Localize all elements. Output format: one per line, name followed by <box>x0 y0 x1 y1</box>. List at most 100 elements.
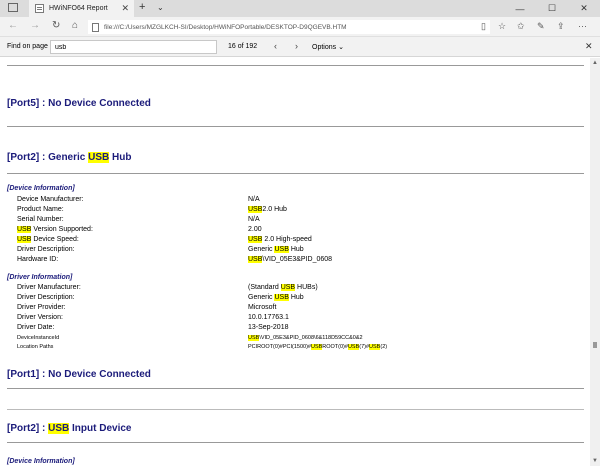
scrollbar-thumb[interactable] <box>593 342 597 348</box>
more-menu-icon[interactable]: ··· <box>578 21 587 31</box>
tab-close-icon[interactable]: ✕ <box>121 3 129 14</box>
divider <box>7 65 584 66</box>
port5-heading-text: [Port5] : No Device Connected <box>7 98 151 109</box>
search-highlight: USB <box>248 335 260 341</box>
device-row-label: USB Device Speed: <box>17 236 79 243</box>
search-highlight: USB <box>347 344 360 350</box>
search-highlight: USB <box>88 152 110 163</box>
minimize-button[interactable]: — <box>504 0 536 17</box>
driver-row-label: Location Paths <box>17 344 54 350</box>
driver-row-value: Generic USB Hub <box>248 294 304 301</box>
divider <box>7 388 584 389</box>
search-highlight: USB <box>248 236 263 243</box>
search-highlight: USB <box>280 284 296 291</box>
address-bar[interactable]: file:///C:/Users/MZGLKCH-SI/Desktop/HWiN… <box>88 20 490 34</box>
page-favicon-icon <box>35 4 44 13</box>
find-close-icon[interactable]: ✕ <box>585 41 593 52</box>
heading-text: Input Device <box>69 423 132 434</box>
value-text: Hub <box>288 246 304 253</box>
tab-preview-icon[interactable] <box>8 3 18 12</box>
device-row-value: N/A <box>248 196 260 203</box>
driver-information-label: [Driver Information] <box>7 274 73 281</box>
report-content: [Port5] : No Device Connected [Port2] : … <box>0 58 590 466</box>
heading-text: Hub <box>109 152 132 163</box>
port1-heading: [Port1] : No Device Connected <box>7 369 151 380</box>
search-highlight: USB <box>17 236 32 243</box>
maximize-button[interactable]: ☐ <box>536 0 568 17</box>
back-arrow-icon[interactable]: ← <box>8 20 18 31</box>
divider <box>7 126 584 127</box>
refresh-icon[interactable]: ↻ <box>52 20 60 31</box>
find-options-button[interactable]: Options ⌄ <box>312 43 344 51</box>
driver-row-label: DeviceInstanceId <box>17 335 60 341</box>
search-highlight: USB <box>274 294 289 301</box>
home-icon[interactable]: ⌂ <box>72 20 78 31</box>
label-text: Device Speed: <box>31 236 79 243</box>
driver-row-value: PCIROOT(0)#PCI(1500)#USBROOT(0)#USB(7)#U… <box>248 344 388 350</box>
find-input[interactable] <box>50 40 217 54</box>
search-highlight: USB <box>17 226 32 233</box>
favorite-star-icon[interactable]: ☆ <box>498 21 506 32</box>
device-information-label: [Device Information] <box>7 185 75 192</box>
tab-title: HWiNFO64 Report <box>49 5 108 12</box>
find-previous-chevron-icon[interactable]: ‹ <box>274 41 277 51</box>
scroll-up-arrow-icon[interactable]: ▲ <box>592 60 598 66</box>
vertical-scrollbar[interactable]: ▲ ▼ <box>590 58 600 466</box>
device-row-label: Hardware ID: <box>17 256 59 263</box>
device-row-label: Driver Description: <box>17 246 75 253</box>
tab-list-chevron-icon[interactable]: ⌄ <box>157 3 164 12</box>
find-options-label: Options <box>312 44 337 51</box>
device-row-label: Serial Number: <box>17 216 64 223</box>
reading-view-icon[interactable]: ▯ <box>481 21 486 32</box>
search-highlight: USB <box>48 423 70 434</box>
driver-row-label: Driver Version: <box>17 314 63 321</box>
port2-hub-heading: [Port2] : Generic USB Hub <box>7 152 131 163</box>
driver-row-label: Driver Description: <box>17 294 75 301</box>
find-match-count: 16 of 192 <box>228 43 258 50</box>
driver-row-label: Driver Date: <box>17 324 55 331</box>
search-highlight: USB <box>310 344 323 350</box>
close-window-button[interactable]: ✕ <box>568 0 600 17</box>
search-highlight: USB <box>248 256 263 263</box>
device-row-value: USB\VID_05E3&PID_0608 <box>248 256 332 263</box>
divider <box>7 442 584 443</box>
port5-heading: [Port5] : No Device Connected <box>7 98 151 109</box>
search-highlight: USB <box>274 246 289 253</box>
address-url: file:///C:/Users/MZGLKCH-SI/Desktop/HWiN… <box>104 23 347 31</box>
divider <box>7 173 584 174</box>
device-row-value: 2.00 <box>248 226 262 233</box>
device-row-value: N/A <box>248 216 260 223</box>
tab-hwinfo-report[interactable]: HWiNFO64 Report ✕ <box>29 0 134 17</box>
notes-pen-icon[interactable]: ✎ <box>537 21 545 32</box>
device-row-value: Generic USB Hub <box>248 246 304 253</box>
driver-row-value: Microsoft <box>248 304 277 311</box>
device-row-label: USB Version Supported: <box>17 226 93 233</box>
options-chevron-icon: ⌄ <box>338 44 344 51</box>
new-tab-button[interactable]: + <box>139 1 145 13</box>
navigation-bar: ← → ↻ ⌂ file:///C:/Users/MZGLKCH-SI/Desk… <box>0 17 600 37</box>
driver-row-value: USB\VID_05E3&PID_0608\6&118D59CC&0&2 <box>248 335 363 341</box>
device-row-value: USB 2.0 High-speed <box>248 236 312 243</box>
value-text: \VID_05E3&PID_0608 <box>262 256 333 263</box>
value-text: Generic <box>248 246 275 253</box>
heading-text: [Port2] : <box>7 423 49 434</box>
driver-row-label: Driver Manufacturer: <box>17 284 81 291</box>
share-icon[interactable]: ⇪ <box>557 21 565 32</box>
page-icon <box>92 22 99 32</box>
find-bar: Find on page 16 of 192 ‹ › Options ⌄ ✕ <box>0 37 600 57</box>
divider <box>7 409 584 410</box>
device-row-label: Device Manufacturer: <box>17 196 84 203</box>
find-on-page-label: Find on page <box>7 43 48 50</box>
driver-row-value: 10.0.17763.1 <box>248 314 289 321</box>
label-text: Version Supported: <box>31 226 93 233</box>
tab-bar: HWiNFO64 Report ✕ + ⌄ — ☐ ✕ <box>0 0 600 17</box>
driver-row-value: 13-Sep-2018 <box>248 324 289 331</box>
device-row-value: USB2.0 Hub <box>248 206 287 213</box>
value-text: 2.0 High-speed <box>262 236 312 243</box>
heading-text: [Port2] : Generic <box>7 152 89 163</box>
find-next-chevron-icon[interactable]: › <box>295 41 298 51</box>
forward-arrow-icon[interactable]: → <box>30 20 40 31</box>
favorites-hub-icon[interactable]: ✩ <box>517 21 525 32</box>
scroll-down-arrow-icon[interactable]: ▼ <box>592 458 598 464</box>
driver-row-value: (Standard USB HUBs) <box>248 284 318 291</box>
